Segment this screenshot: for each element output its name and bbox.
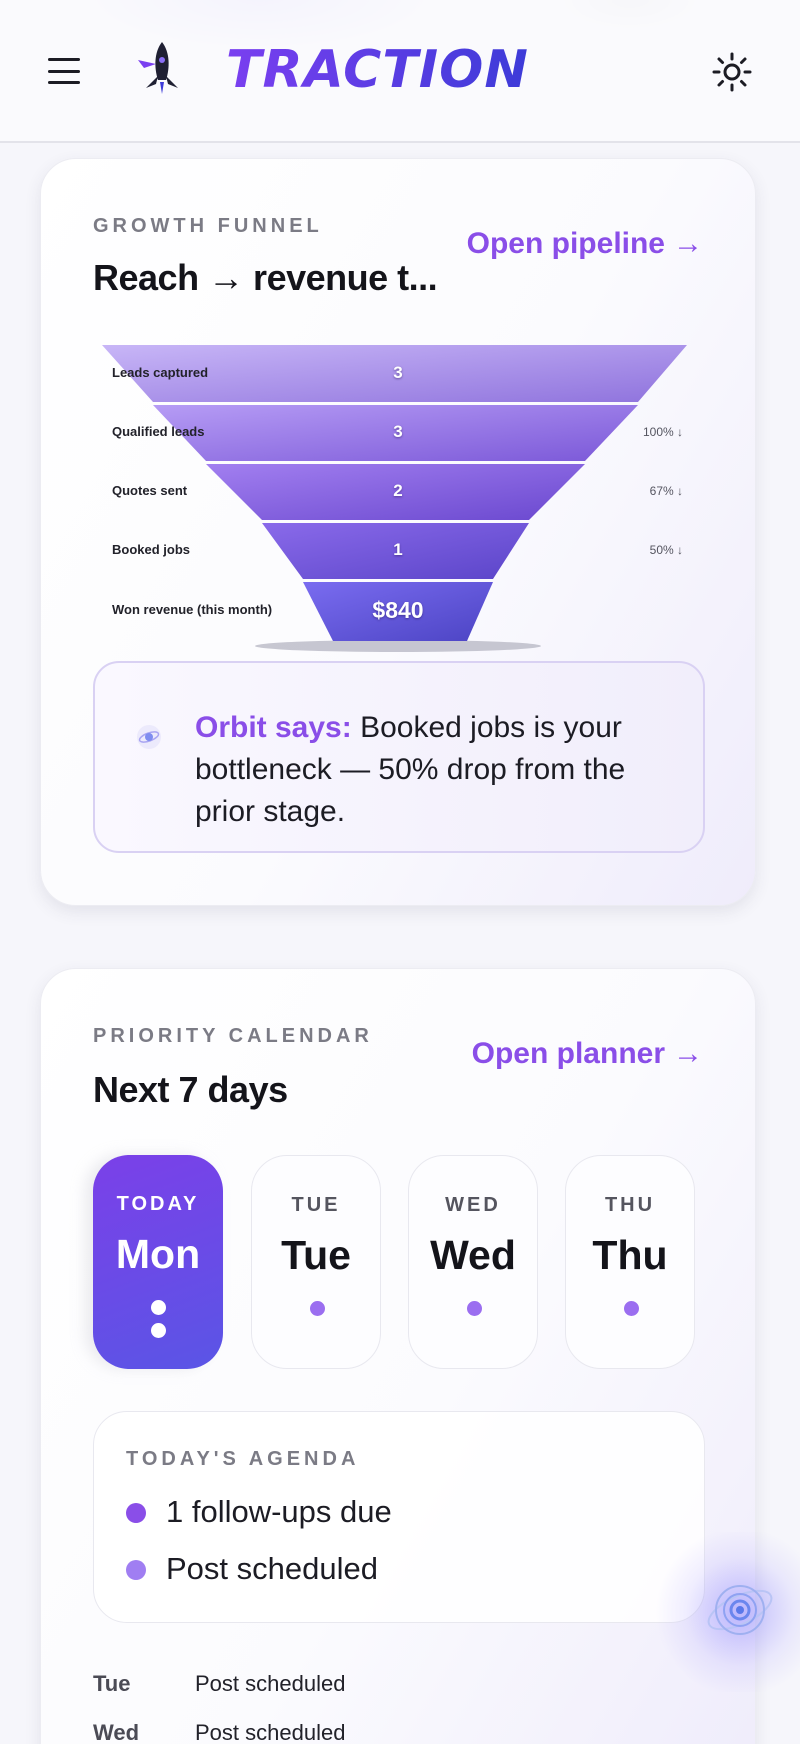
funnel-label: Qualified leads: [112, 424, 205, 439]
todays-agenda: TODAY'S AGENDA 1 follow-ups due Post sch…: [93, 1411, 800, 1692]
event-dot: [310, 1301, 325, 1316]
day-chip-caption: THU: [604, 1194, 656, 1216]
funnel-label: Quotes sent: [112, 483, 188, 498]
orbit-prefix: Orbit says:: [195, 711, 352, 744]
agenda-eyebrow: TODAY'S AGENDA: [126, 1448, 360, 1470]
funnel-shadow: [255, 640, 541, 652]
funnel-conversion-pct: 67% ↓: [649, 484, 683, 498]
funnel-value: 2: [393, 481, 403, 500]
priority-calendar-card: PRIORITY CALENDAR Next 7 days Open plann…: [40, 968, 800, 1744]
funnel-value: $840: [372, 597, 424, 623]
funnel-graphic: [102, 345, 687, 652]
day-chip-tue[interactable]: TUE Tue: [251, 1155, 381, 1369]
agenda-dot: [126, 1503, 146, 1523]
week-row[interactable]: Wed Post scheduled: [93, 1720, 345, 1744]
funnel-label: Booked jobs: [112, 542, 191, 557]
rocket-logo-icon: [138, 42, 178, 94]
open-planner-link[interactable]: Open planner →: [472, 1037, 703, 1071]
open-planner-label: Open planner: [471, 1037, 665, 1070]
week-row-text: Post scheduled: [195, 1671, 346, 1696]
orbit-assistant-button[interactable]: [650, 1532, 800, 1692]
calendar-eyebrow: PRIORITY CALENDAR: [93, 1025, 373, 1047]
agenda-item-text: Post scheduled: [166, 1551, 378, 1586]
day-chip-wed[interactable]: WED Wed: [408, 1155, 538, 1369]
agenda-item[interactable]: Post scheduled: [126, 1551, 378, 1587]
day-chip-name: Tue: [281, 1232, 351, 1278]
agenda-dot: [126, 1560, 146, 1580]
day-chip-name: Mon: [115, 1231, 201, 1277]
week-row[interactable]: Tue Post scheduled: [93, 1671, 345, 1697]
day-chip-thu[interactable]: THU Thu: [565, 1155, 695, 1369]
funnel-value: 3: [393, 363, 403, 382]
week-row-text: Post scheduled: [195, 1720, 346, 1744]
funnel-label: Won revenue (this month): [112, 602, 273, 617]
growth-funnel-card: GROWTH FUNNEL Reach → revenue t... Open …: [40, 158, 756, 906]
orbit-assistant-icon: [137, 725, 161, 749]
funnel-conversion-pct: 50% ↓: [649, 543, 683, 557]
funnel-value: 1: [393, 540, 403, 559]
top-bar: TRACTION: [0, 0, 800, 143]
day-chip-name: Wed: [430, 1232, 516, 1278]
event-dot: [467, 1301, 482, 1316]
day-chip-caption: WED: [445, 1194, 501, 1216]
event-dot: [151, 1300, 166, 1315]
week-row-day: Wed: [93, 1720, 140, 1744]
agenda-item-text: 1 follow-ups due: [166, 1494, 392, 1529]
orbit-message: Orbit says: Booked jobs is your bottlene…: [195, 707, 675, 833]
day-chip-today[interactable]: TODAY Mon: [93, 1155, 223, 1369]
sun-icon[interactable]: [712, 52, 752, 92]
day-chip-caption: TUE: [291, 1194, 341, 1216]
calendar-title: Next 7 days: [93, 1069, 288, 1110]
arrow-right-icon: →: [673, 1037, 703, 1070]
event-dot: [624, 1301, 639, 1316]
hamburger-menu-icon[interactable]: [48, 58, 80, 84]
funnel-conversion-pct: 100% ↓: [642, 425, 683, 439]
day-chip-caption: TODAY: [116, 1193, 200, 1215]
orbit-assistant-icon: [707, 1585, 773, 1635]
brand-wordmark[interactable]: TRACTION: [226, 40, 529, 100]
agenda-item[interactable]: 1 follow-ups due: [126, 1494, 392, 1530]
funnel-value: 3: [393, 422, 403, 441]
day-chip-name: Thu: [592, 1232, 668, 1278]
funnel-label: Leads captured: [112, 365, 209, 380]
week-row-day: Tue: [93, 1671, 131, 1696]
event-dot: [151, 1323, 166, 1338]
orbit-insight: Orbit says: Booked jobs is your bottlene…: [93, 661, 705, 853]
